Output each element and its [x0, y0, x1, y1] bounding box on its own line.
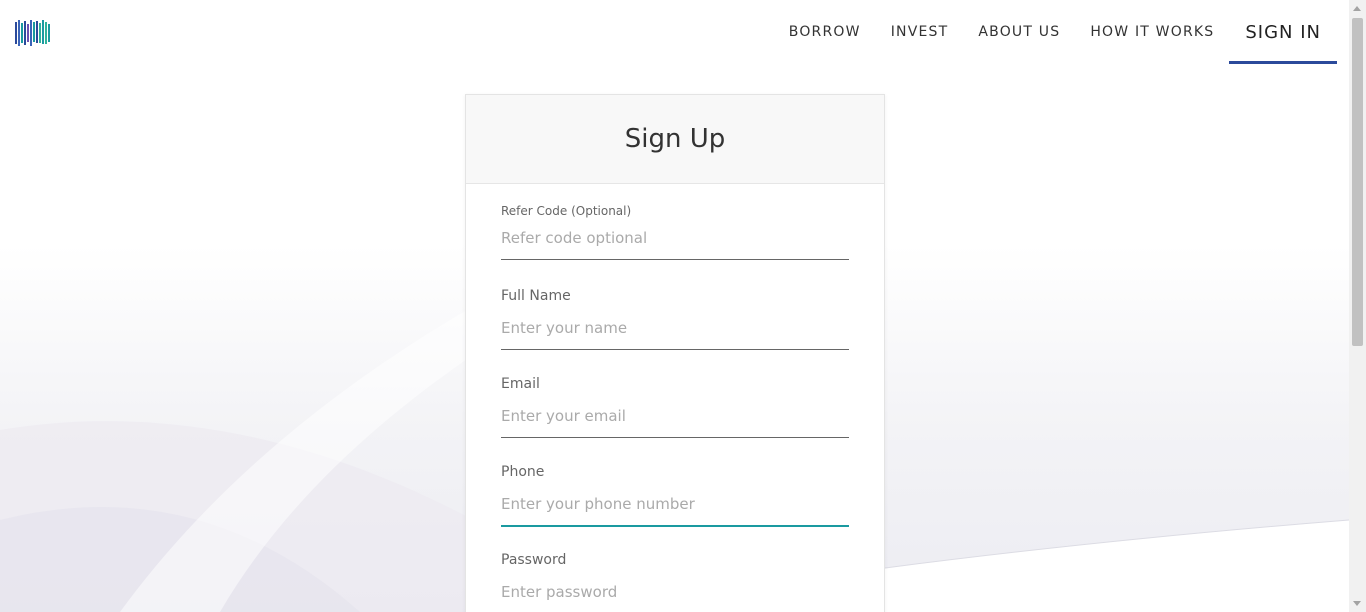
signup-card: Sign Up Refer Code (Optional) Full Name …	[465, 94, 885, 612]
nav-sign-in[interactable]: SIGN IN	[1229, 0, 1337, 64]
phone-field: Phone	[501, 448, 849, 536]
scroll-up-arrow-icon[interactable]	[1353, 6, 1361, 11]
email-field: Email	[501, 360, 849, 448]
scroll-down-arrow-icon[interactable]	[1353, 601, 1361, 606]
brand-logo-icon[interactable]	[14, 18, 52, 50]
nav-borrow[interactable]: BORROW	[774, 0, 876, 64]
nav-invest[interactable]: INVEST	[876, 0, 964, 64]
refer-code-field: Refer Code (Optional)	[501, 184, 849, 272]
refer-code-label: Refer Code (Optional)	[501, 204, 632, 218]
page-scrollbar[interactable]	[1349, 0, 1366, 612]
main-nav: BORROW INVEST ABOUT US HOW IT WORKS SIGN…	[774, 0, 1337, 64]
email-input[interactable]	[501, 407, 849, 438]
nav-how-it-works[interactable]: HOW IT WORKS	[1075, 0, 1229, 64]
phone-input[interactable]	[501, 495, 849, 527]
password-field: Password	[501, 536, 849, 612]
top-navbar: BORROW INVEST ABOUT US HOW IT WORKS SIGN…	[0, 0, 1349, 64]
password-input[interactable]	[501, 583, 849, 612]
password-label: Password	[501, 552, 567, 568]
full-name-label: Full Name	[501, 288, 571, 304]
signup-title: Sign Up	[624, 124, 726, 154]
signup-card-header: Sign Up	[466, 95, 884, 184]
phone-label: Phone	[501, 464, 545, 480]
full-name-input[interactable]	[501, 319, 849, 350]
scrollbar-thumb[interactable]	[1352, 18, 1363, 346]
email-label: Email	[501, 376, 540, 392]
full-name-field: Full Name	[501, 272, 849, 360]
nav-about-us[interactable]: ABOUT US	[963, 0, 1075, 64]
refer-code-input[interactable]	[501, 229, 849, 260]
signup-form: Refer Code (Optional) Full Name Email Ph…	[466, 184, 884, 612]
